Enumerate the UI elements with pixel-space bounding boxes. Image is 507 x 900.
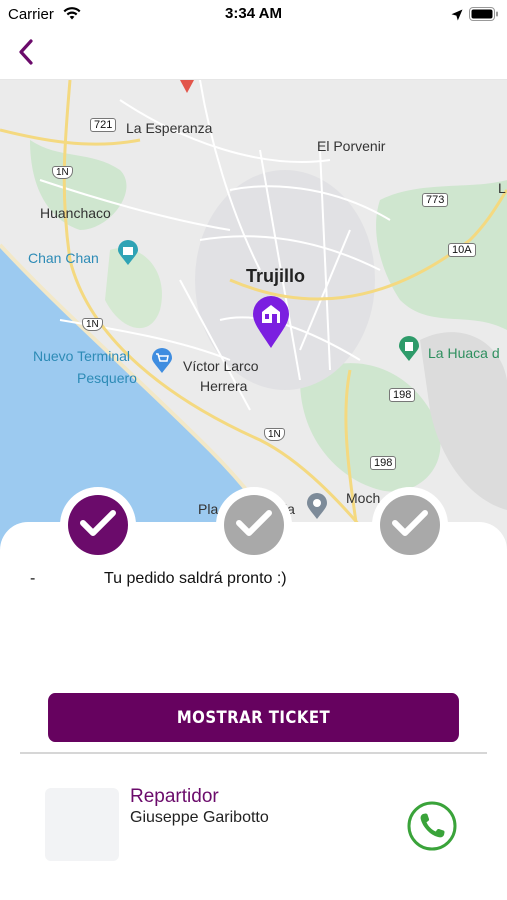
show-ticket-button[interactable]: MOSTRAR TICKET — [48, 693, 459, 742]
map-view[interactable]: La Esperanza El Porvenir Huanchaco Chan … — [0, 80, 507, 550]
route-shield-198-a: 198 — [389, 388, 416, 402]
map-label-el-porvenir: El Porvenir — [317, 138, 386, 154]
route-shield-1n-c: 1N — [264, 428, 285, 441]
progress-step-2 — [216, 487, 292, 563]
progress-step-3 — [372, 487, 448, 563]
monument-pin-icon — [398, 336, 420, 362]
progress-step-1 — [60, 487, 136, 563]
divider — [20, 752, 487, 754]
phone-icon — [406, 801, 458, 856]
checkmark-icon — [79, 508, 117, 543]
map-label-edge: L — [498, 180, 506, 196]
map-label-la-huaca: La Huaca d — [428, 345, 500, 361]
step-1-indicator — [68, 495, 128, 555]
route-shield-1n-b: 1N — [82, 318, 103, 331]
route-shield-1n-a: 1N — [52, 166, 73, 179]
map-label-victor-larco: Víctor Larco — [183, 358, 259, 374]
chevron-left-icon — [17, 38, 35, 71]
back-button[interactable] — [10, 36, 42, 72]
map-label-pesquero: Pesquero — [77, 370, 137, 386]
route-shield-198-b: 198 — [370, 456, 397, 470]
route-shield-721: 721 — [90, 118, 117, 132]
shopping-cart-pin-icon — [151, 348, 173, 374]
driver-role: Repartidor — [130, 786, 219, 807]
checkmark-icon — [391, 508, 429, 543]
map-label-plaza: Pla — [198, 501, 219, 517]
driver-name: Giuseppe Garibotto — [130, 809, 269, 826]
map-pin-red-icon — [179, 80, 195, 94]
call-driver-button[interactable] — [406, 800, 458, 852]
map-pin-gray-icon — [306, 492, 328, 520]
clock: 3:34 AM — [225, 5, 282, 22]
step-2-indicator — [224, 495, 284, 555]
order-status-message: Tu pedido saldrá pronto :) — [104, 570, 287, 587]
route-shield-10a: 10A — [448, 243, 476, 257]
map-label-herrera: Herrera — [200, 378, 248, 394]
checkmark-icon — [235, 508, 273, 543]
route-shield-773: 773 — [422, 193, 449, 207]
map-label-nuevo-terminal: Nuevo Terminal — [33, 348, 131, 364]
store-marker-icon[interactable] — [252, 295, 290, 349]
map-label-chan-chan: Chan Chan — [28, 250, 99, 266]
location-arrow-icon — [451, 8, 463, 26]
museum-pin-icon — [117, 240, 139, 266]
status-bar: Carrier 3:34 AM — [0, 0, 507, 30]
driver-avatar — [45, 788, 119, 861]
battery-icon — [469, 7, 499, 26]
map-label-huanchaco: Huanchaco — [40, 205, 111, 221]
map-label-trujillo: Trujillo — [246, 266, 306, 286]
step-3-indicator — [380, 495, 440, 555]
nav-bar — [0, 30, 507, 80]
order-status-dash: - — [30, 570, 36, 587]
map-label-la-esperanza: La Esperanza — [126, 120, 213, 136]
map-label-moche: Moch — [346, 490, 381, 506]
